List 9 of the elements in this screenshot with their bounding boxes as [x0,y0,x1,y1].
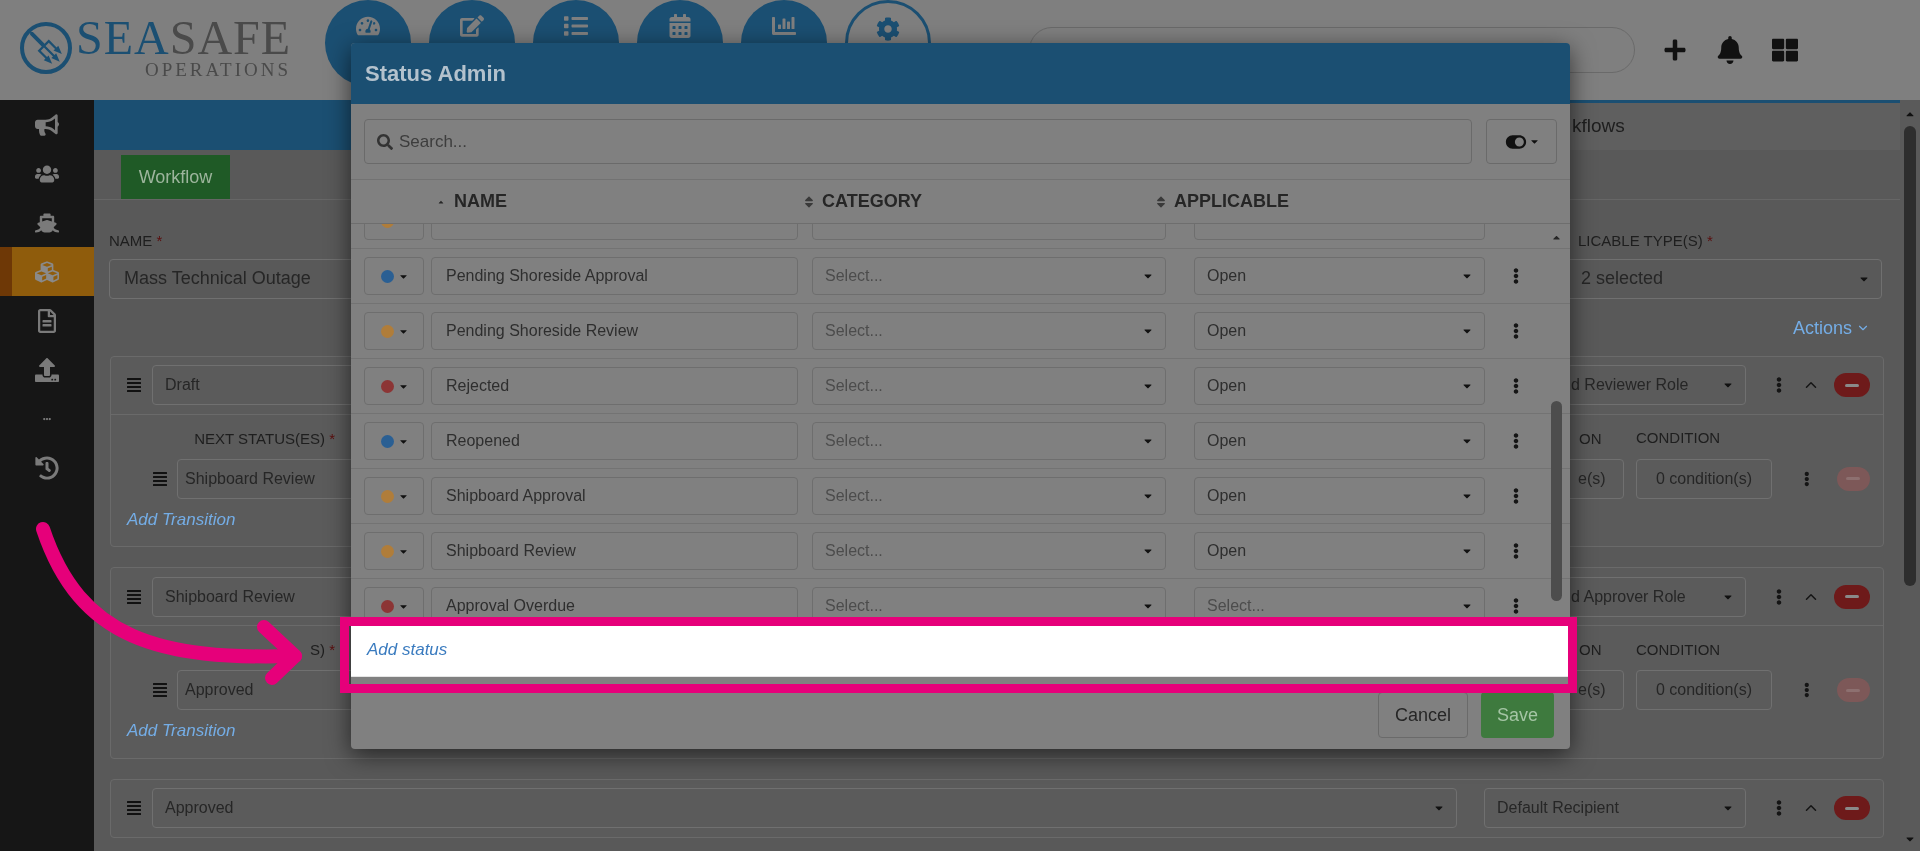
field-label: NAME * [109,231,163,251]
field-label: ON [1579,429,1602,447]
field-label: CONDITION [1636,639,1722,660]
dialog-title: Status Admin [365,60,506,88]
field-label: LICABLE TYPE(S) * [1577,231,1714,251]
field-label: ON [1579,641,1602,658]
field-label: S) * [310,641,335,658]
field-label: CONDITION [1636,428,1722,449]
field-label: NEXT STATUS(ES) * [194,429,335,447]
